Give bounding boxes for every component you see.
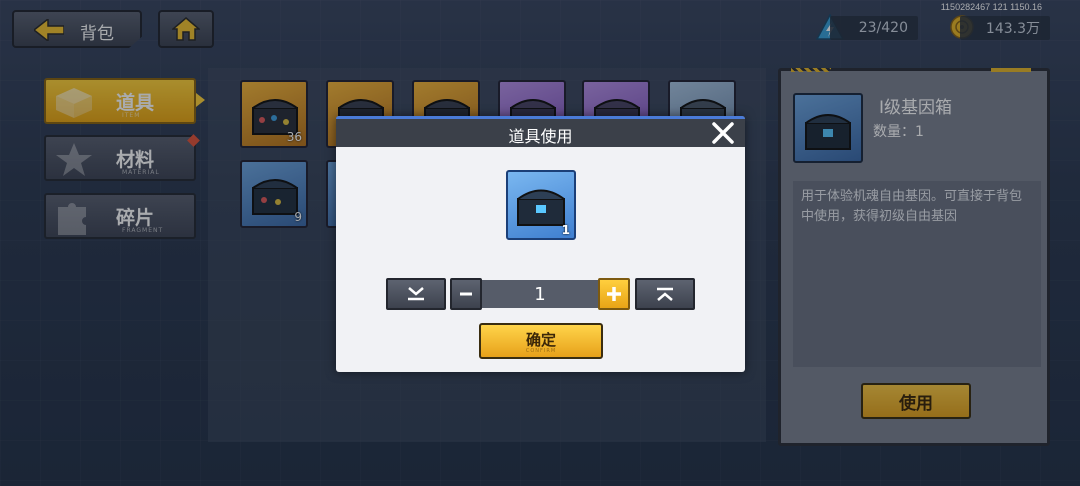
double-up-icon [657,287,673,301]
item-use-dialog: 道具使用 1 1 确定 CONFIRM [336,116,745,372]
max-quantity-button[interactable] [635,278,695,310]
quantity-value[interactable]: 1 [482,280,598,308]
dialog-item-count: 1 [561,223,570,237]
double-down-icon [408,287,424,301]
dialog-header: 道具使用 [336,116,745,147]
confirm-button[interactable]: 确定 CONFIRM [479,323,603,359]
gene-chest-icon [517,189,565,226]
plus-icon [607,287,621,301]
dialog-title: 道具使用 [508,127,573,146]
increment-button[interactable] [598,278,630,310]
minus-icon [460,292,472,296]
close-icon[interactable] [711,121,735,145]
min-quantity-button[interactable] [386,278,446,310]
confirm-label: 确定 [525,331,556,349]
confirm-sub: CONFIRM [525,348,557,354]
dialog-item-icon: 1 [506,170,576,240]
decrement-button[interactable] [450,278,482,310]
